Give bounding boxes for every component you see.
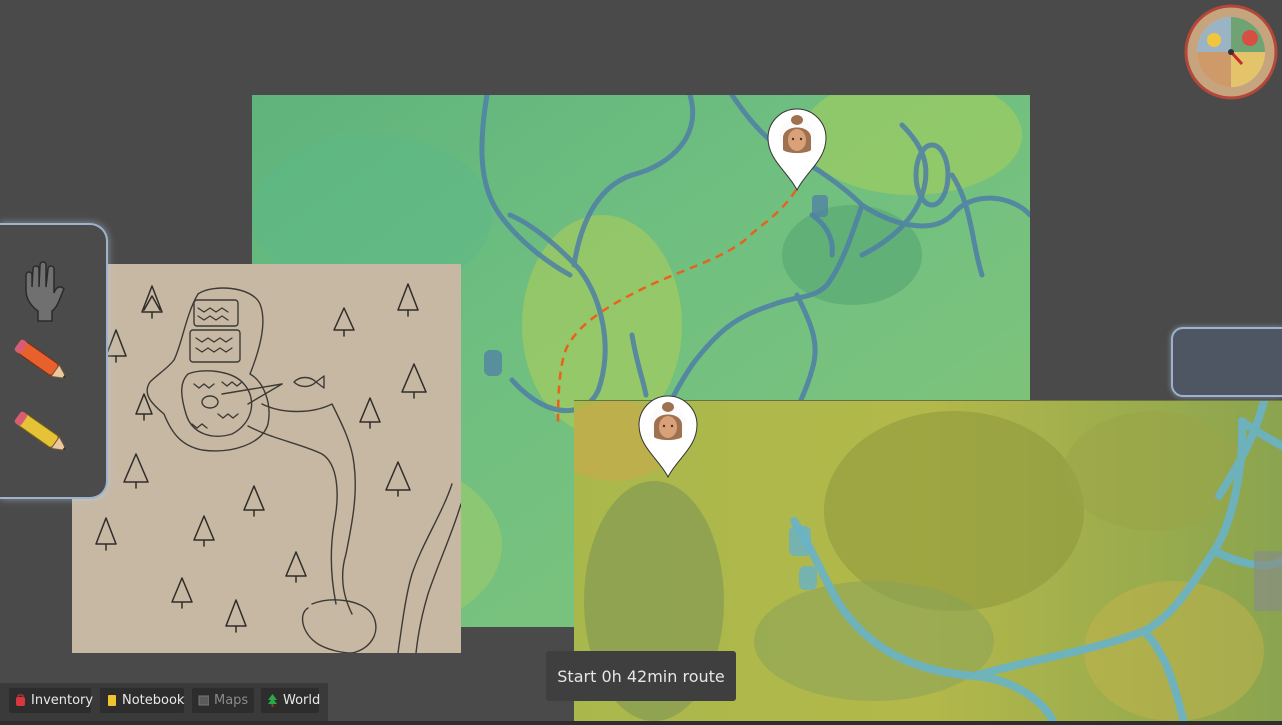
- red-pencil-icon: [14, 339, 68, 380]
- notebook-icon: [108, 695, 116, 706]
- yellow-pencil-icon: [14, 411, 68, 452]
- tab-notebook[interactable]: Notebook: [100, 688, 184, 713]
- tab-maps[interactable]: Maps: [192, 688, 254, 713]
- tool-panel: [0, 223, 108, 499]
- tab-world-label: World: [283, 693, 321, 708]
- tab-inventory[interactable]: Inventory: [9, 688, 94, 713]
- hand-tool[interactable]: [8, 257, 78, 327]
- bottom-edge: [0, 721, 1282, 725]
- tab-notebook-label: Notebook: [122, 693, 185, 708]
- tab-inventory-label: Inventory: [31, 693, 94, 708]
- character-pin-start[interactable]: [637, 393, 699, 479]
- side-panel-right[interactable]: [1171, 327, 1282, 397]
- start-route-button[interactable]: Start 0h 42min route: [546, 651, 736, 701]
- tree-icon: [268, 694, 277, 707]
- tab-maps-label: Maps: [214, 693, 249, 708]
- tab-world[interactable]: World: [261, 688, 321, 713]
- backpack-icon: [16, 694, 25, 706]
- map-icon: [198, 695, 209, 706]
- compass-icon[interactable]: [1184, 4, 1278, 100]
- yellow-pencil-tool[interactable]: [8, 399, 78, 469]
- route-line: [556, 189, 798, 423]
- red-pencil-tool[interactable]: [8, 327, 78, 397]
- character-pin-destination[interactable]: [766, 106, 828, 192]
- hand-icon: [25, 261, 65, 322]
